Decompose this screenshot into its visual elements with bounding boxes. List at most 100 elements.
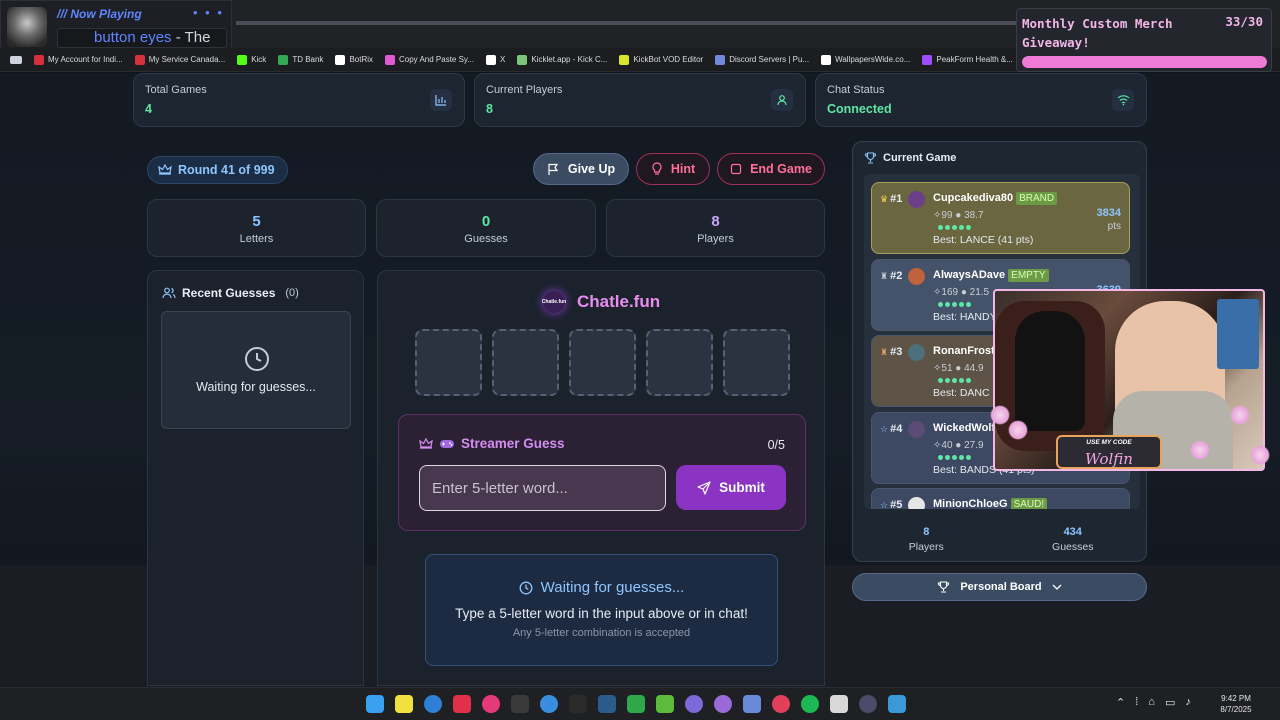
bookmark-item[interactable]: Discord Servers | Pu... xyxy=(715,54,809,65)
volume-icon[interactable]: ♪ xyxy=(1185,696,1191,709)
word-input[interactable] xyxy=(419,465,666,511)
now-playing-label: /// Now Playing xyxy=(57,7,142,21)
player-name-text: Cupcakediva80 xyxy=(933,192,1014,204)
give-up-button[interactable]: Give Up xyxy=(533,153,629,185)
player-name: MinionChloeG SAUD! xyxy=(933,498,1048,509)
bookmark-item[interactable]: KickBot VOD Editor xyxy=(619,54,703,65)
bookmark-favicon-icon xyxy=(619,54,630,65)
app-icon[interactable] xyxy=(743,695,761,713)
metric-caption: Letters xyxy=(239,233,274,245)
rank-text: #4 xyxy=(890,423,903,435)
metric-value: 8 xyxy=(711,213,720,230)
submit-button[interactable]: Submit xyxy=(676,465,786,510)
bookmark-item[interactable]: PeakForm Health &... xyxy=(922,54,1013,65)
minecraft-icon[interactable] xyxy=(656,695,674,713)
player-name: WickedWolf xyxy=(933,422,996,434)
merch-progress-bar xyxy=(1022,56,1267,68)
notes-icon[interactable] xyxy=(395,695,413,713)
app-icon[interactable] xyxy=(859,695,877,713)
xbox-icon[interactable] xyxy=(627,695,645,713)
merch-giveaway-widget: Monthly Custom Merch Giveaway! 33/30 xyxy=(1016,8,1272,72)
clock-time: 9:42 PM xyxy=(1221,694,1251,703)
photos-icon[interactable] xyxy=(888,695,906,713)
app-icon[interactable] xyxy=(714,695,732,713)
end-game-label: End Game xyxy=(750,162,812,176)
app-icon[interactable] xyxy=(482,695,500,713)
apps-icon[interactable] xyxy=(10,55,22,64)
letter-tile xyxy=(415,329,482,396)
maps-icon[interactable] xyxy=(772,695,790,713)
bookmark-item[interactable]: Kicklet.app - Kick C... xyxy=(517,54,607,65)
stat-label: Current Players xyxy=(486,84,563,96)
player-stats: ✧51 ● 44.9 xyxy=(933,363,984,374)
bookmark-item[interactable]: TD Bank xyxy=(278,54,323,65)
brand-name: Chatle.fun xyxy=(577,292,661,311)
bookmark-item[interactable]: WallpapersWide.co... xyxy=(821,54,910,65)
capcut-icon[interactable] xyxy=(569,695,587,713)
address-bar[interactable] xyxy=(236,21,1016,25)
user-icon xyxy=(771,89,793,111)
stat-value: Connected xyxy=(827,102,892,116)
bookmark-item[interactable]: BotRix xyxy=(335,54,373,65)
chevron-up-icon[interactable]: ⌃ xyxy=(1116,696,1125,709)
leaderboard-entry[interactable]: ☆ #5 MinionChloeG SAUD! xyxy=(871,488,1130,509)
avatar xyxy=(908,497,925,509)
bookmark-item[interactable]: X xyxy=(486,54,506,65)
best-word: Best: HANDY xyxy=(933,311,997,323)
round-text: Round 41 of 999 xyxy=(178,163,275,177)
footer-value: 8 xyxy=(923,526,930,538)
bookmark-item[interactable]: Copy And Paste Sy... xyxy=(385,54,475,65)
metric-caption: Guesses xyxy=(464,233,508,245)
bookmark-label: Kick xyxy=(251,55,267,64)
bookmark-item[interactable]: Kick xyxy=(237,54,267,65)
bar-chart-icon xyxy=(430,89,452,111)
avatar xyxy=(908,344,925,361)
footer-value: 434 xyxy=(1063,526,1082,538)
bookmark-label: Copy And Paste Sy... xyxy=(399,55,475,64)
more-dots-icon: • • • xyxy=(193,5,224,20)
letter-tile xyxy=(646,329,713,396)
crown-icon: ♛ xyxy=(880,193,889,204)
discord-icon[interactable] xyxy=(685,695,703,713)
app-icon[interactable] xyxy=(830,695,848,713)
progress-dots xyxy=(938,378,971,383)
rank: ♛ #1 xyxy=(880,193,902,205)
network-icon[interactable]: ⌂ xyxy=(1148,696,1155,709)
spotify-icon[interactable] xyxy=(801,695,819,713)
system-clock[interactable]: 9:42 PM 8/7/2025 xyxy=(1216,693,1256,715)
edge-icon[interactable] xyxy=(424,695,442,713)
round-indicator: Round 41 of 999 xyxy=(147,156,288,184)
steam-icon[interactable] xyxy=(598,695,616,713)
letter-tile xyxy=(569,329,636,396)
rank-text: #3 xyxy=(890,346,903,358)
waiting-text: Waiting for guesses... xyxy=(196,380,316,394)
song-highlight: button eyes xyxy=(94,29,172,46)
best-word-tag: SAUD! xyxy=(1010,498,1048,509)
start-icon[interactable] xyxy=(366,695,384,713)
apps-grid-icon[interactable]: ⁞ xyxy=(1135,696,1138,709)
player-name: AlwaysADave EMPTY xyxy=(933,269,1049,282)
personal-board-button[interactable]: Personal Board xyxy=(852,573,1147,601)
recent-guesses-header: Recent Guesses (0) xyxy=(162,286,299,300)
send-icon xyxy=(697,480,711,495)
hint-button[interactable]: Hint xyxy=(636,153,710,185)
display-icon[interactable]: ▭ xyxy=(1165,696,1175,709)
leaderboard-entry[interactable]: ♛ #1 Cupcakediva80 BRAND ✧99 ● 38.7 Best: … xyxy=(871,182,1130,254)
vivaldi-icon[interactable] xyxy=(453,695,471,713)
end-game-button[interactable]: End Game xyxy=(717,153,825,185)
progress-dots xyxy=(938,225,971,230)
bookmark-item[interactable]: My Account for Indi... xyxy=(34,54,123,65)
streamer-guess-title: Streamer Guess xyxy=(461,436,565,451)
bookmark-item[interactable]: My Service Canada... xyxy=(134,54,225,65)
player-name-text: AlwaysADave xyxy=(933,269,1006,281)
song-rest: - The xyxy=(171,29,211,46)
flower-decoration xyxy=(1190,440,1210,460)
creator-code: Wolfin xyxy=(1085,450,1133,468)
epic-games-icon[interactable] xyxy=(511,695,529,713)
pc-case xyxy=(1217,299,1259,369)
footer-guesses: 434 Guesses xyxy=(1000,526,1147,553)
app-icon[interactable] xyxy=(540,695,558,713)
rank: ☆ #5 xyxy=(880,499,902,509)
bookmark-favicon-icon xyxy=(34,54,44,65)
bookmark-label: X xyxy=(500,55,506,64)
